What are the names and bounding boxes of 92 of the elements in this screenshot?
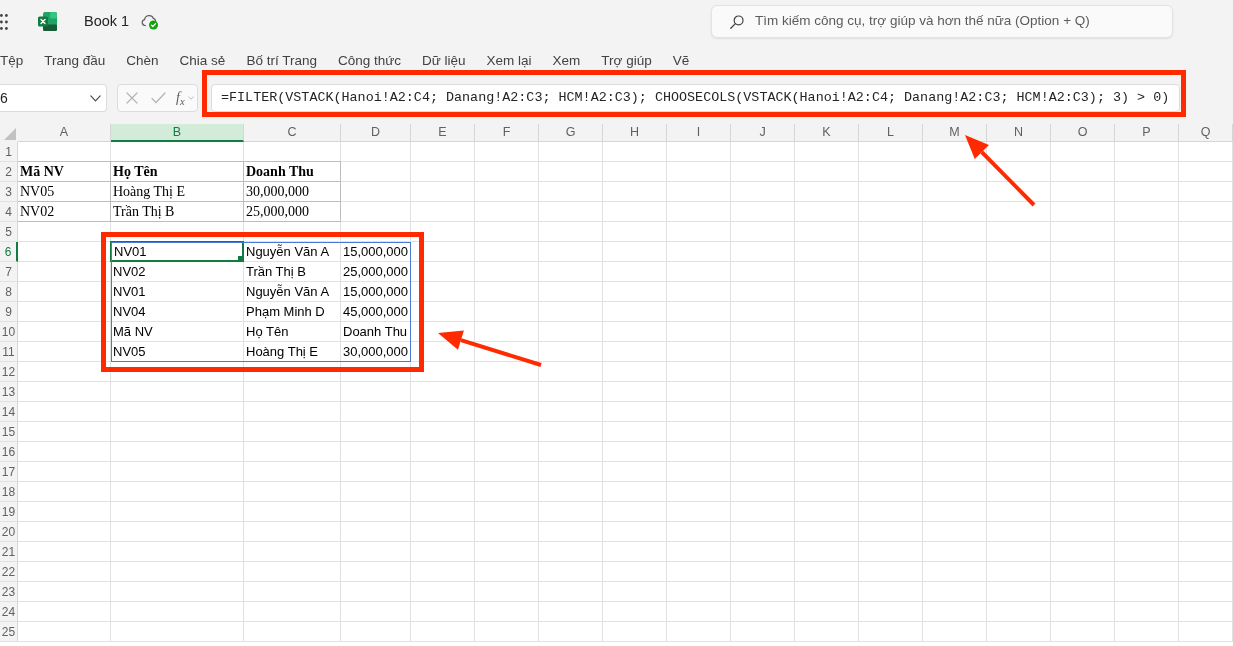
formula-field[interactable]: =FILTER(VSTACK(Hanoi!A2:C4; Danang!A2:C3; HCM!A2:C3); CHOOSECOLS(VSTACK(Hanoi!A2:C4; Danang!A2:C3; HCM!A2:C3); 3) > 0) <box>211 84 1180 112</box>
table-cell[interactable]: Nguyễn Văn A <box>244 242 340 261</box>
row-header[interactable]: 7 <box>0 262 18 282</box>
row-header[interactable]: 1 <box>0 142 18 162</box>
column-header[interactable]: D <box>341 124 411 142</box>
insert-function-button[interactable]: f$_{x}$ <box>176 91 185 105</box>
table-cell[interactable]: NV04 <box>111 302 243 321</box>
checkmark-icon[interactable] <box>151 92 166 104</box>
document-title[interactable]: Book 1 <box>84 10 130 33</box>
ribbon-tab[interactable]: Trợ giúp <box>601 51 652 71</box>
row-header[interactable]: 20 <box>0 522 18 542</box>
row-header[interactable]: 23 <box>0 582 18 602</box>
table-cell[interactable]: Trần Thị B <box>244 262 340 281</box>
ribbon-tab[interactable]: Công thức <box>337 51 401 71</box>
table-cell[interactable]: Phạm Minh D <box>244 302 340 321</box>
row-header[interactable]: 17 <box>0 462 18 482</box>
row-header[interactable]: 18 <box>0 482 18 502</box>
column-header[interactable]: C <box>244 124 341 142</box>
ribbon-tab[interactable]: Xem lại <box>486 51 532 71</box>
table-cell[interactable]: Hoàng Thị E <box>111 182 243 201</box>
table-cell[interactable]: Trần Thị B <box>111 202 243 221</box>
table-cell[interactable]: Doanh Thu <box>244 162 340 181</box>
ribbon-tab[interactable]: Vẽ <box>672 51 690 71</box>
table-cell[interactable]: NV01 <box>114 244 147 259</box>
table-cell[interactable]: 25,000,000 <box>244 202 340 221</box>
table-cell[interactable]: 30,000,000 <box>341 342 410 361</box>
table-cell[interactable]: 30,000,000 <box>244 182 340 201</box>
table-cell[interactable]: Doanh Thu <box>341 322 410 341</box>
table-cell[interactable]: 25,000,000 <box>341 262 410 281</box>
row-header[interactable]: 9 <box>0 302 18 322</box>
callout-arrow <box>965 135 1036 207</box>
app-grid-icon[interactable] <box>0 13 8 30</box>
ribbon-tab[interactable]: Trang đầu <box>44 51 106 71</box>
ribbon-tab[interactable]: Dữ liệu <box>422 51 466 71</box>
table-cell[interactable]: Họ Tên <box>244 322 340 341</box>
row-header[interactable]: 12 <box>0 362 18 382</box>
row-header[interactable]: 19 <box>0 502 18 522</box>
row-header[interactable]: 8 <box>0 282 18 302</box>
row-header[interactable]: 4 <box>0 202 18 222</box>
table-cell[interactable]: NV05 <box>111 342 243 361</box>
row-header[interactable]: 22 <box>0 562 18 582</box>
ribbon-tab[interactable]: Tệp <box>0 51 24 71</box>
table-cell[interactable]: Nguyễn Văn A <box>244 282 340 301</box>
table-cell[interactable]: NV05 <box>18 182 110 201</box>
row-header[interactable]: 25 <box>0 622 18 642</box>
ribbon-tab[interactable]: Chèn <box>126 51 159 71</box>
column-header[interactable]: L <box>859 124 923 142</box>
column-header[interactable]: Q <box>1179 124 1233 142</box>
row-header[interactable]: 10 <box>0 322 18 342</box>
search-field[interactable]: Tìm kiếm công cụ, trợ giúp và hơn thế nữa (Option + Q) <box>755 11 1164 32</box>
row-header[interactable]: 2 <box>0 162 18 182</box>
fill-handle[interactable] <box>238 256 243 261</box>
table-cell[interactable]: 15,000,000 <box>341 242 410 261</box>
column-header[interactable]: I <box>667 124 731 142</box>
name-box[interactable]: 6 <box>0 84 107 112</box>
column-header[interactable]: B <box>111 124 244 142</box>
column-header[interactable]: E <box>411 124 475 142</box>
table-cell[interactable]: Hoàng Thị E <box>244 342 340 361</box>
table-cell[interactable]: NV02 <box>111 262 243 281</box>
column-header[interactable]: J <box>731 124 795 142</box>
ribbon-tab[interactable]: Chia sẻ <box>179 51 226 71</box>
table-cell[interactable]: NV02 <box>18 202 110 221</box>
table-cell[interactable]: Mã NV <box>111 322 243 341</box>
column-header[interactable]: O <box>1051 124 1115 142</box>
table-cell[interactable]: Mã NV <box>18 162 110 181</box>
column-header[interactable]: N <box>987 124 1051 142</box>
row-header[interactable]: 5 <box>0 222 18 242</box>
row-header[interactable]: 15 <box>0 422 18 442</box>
ribbon-tab[interactable]: Xem <box>552 51 581 71</box>
table-cell[interactable]: 15,000,000 <box>341 282 410 301</box>
row-header[interactable]: 14 <box>0 402 18 422</box>
search-bar[interactable]: Tìm kiếm công cụ, trợ giúp và hơn thế nữa (Option + Q) <box>711 5 1173 38</box>
row-header[interactable]: 11 <box>0 342 18 362</box>
ribbon-tab[interactable]: Bố trí Trang <box>246 51 317 71</box>
column-header[interactable]: K <box>795 124 859 142</box>
column-header[interactable]: G <box>539 124 603 142</box>
table-cell[interactable]: Họ Tên <box>111 162 243 181</box>
column-header[interactable]: P <box>1115 124 1179 142</box>
row-header[interactable]: 6 <box>0 242 18 262</box>
row-header[interactable]: 3 <box>0 182 18 202</box>
row-header[interactable]: 13 <box>0 382 18 402</box>
row-header[interactable]: 21 <box>0 542 18 562</box>
row-header[interactable]: 24 <box>0 602 18 622</box>
row-header[interactable]: 16 <box>0 442 18 462</box>
table-cell[interactable]: 45,000,000 <box>341 302 410 321</box>
cloud-check-icon[interactable] <box>141 13 160 30</box>
column-header[interactable]: H <box>603 124 667 142</box>
table-cell[interactable]: NV01 <box>111 282 243 301</box>
search-icon[interactable] <box>730 14 744 29</box>
chevron-down-icon[interactable] <box>90 94 101 102</box>
spreadsheet-logo-icon[interactable] <box>38 12 57 31</box>
column-header[interactable]: F <box>475 124 539 142</box>
